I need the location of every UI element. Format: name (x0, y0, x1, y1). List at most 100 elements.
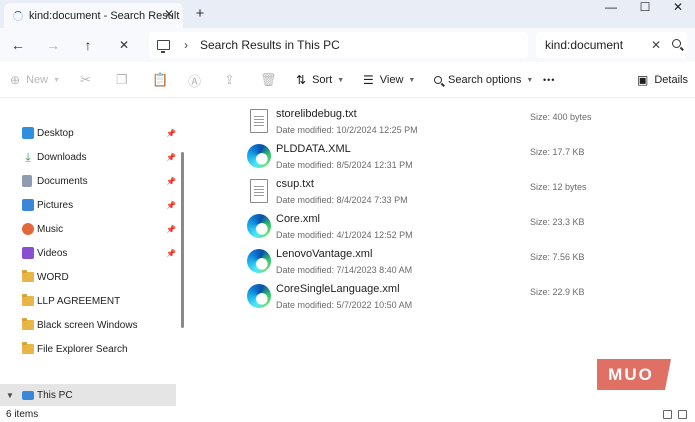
sidebar-item-documents[interactable]: Documents 📌 (0, 170, 176, 192)
music-icon (22, 223, 34, 235)
clipboard-icon: 📋 (152, 72, 169, 87)
delete-button[interactable]: 🗑 (260, 72, 277, 88)
view-button[interactable]: ☰ View ▼ (363, 72, 415, 88)
clear-search-button[interactable]: ✕ (647, 38, 665, 52)
sidebar-item-this-pc[interactable]: ▼ This PC (0, 384, 176, 406)
scissors-icon: ✂ (80, 72, 91, 87)
sidebar-item-label: LLP AGREEMENT (37, 295, 121, 307)
folder-icon (22, 318, 34, 330)
file-date: Date modified: 4/1/2024 12:52 PM (276, 230, 413, 240)
sidebar-item-pictures[interactable]: Pictures 📌 (0, 194, 176, 216)
tiles-view-icon[interactable] (678, 410, 687, 419)
more-options-button[interactable]: ••• (543, 72, 555, 88)
this-pc-icon (22, 390, 34, 400)
file-name: PLDDATA.XML (276, 143, 351, 155)
tab-title: kind:document - Search Result (29, 9, 180, 22)
sidebar-item-music[interactable]: Music 📌 (0, 218, 176, 240)
details-button[interactable]: ▣ Details (637, 72, 688, 88)
sort-button[interactable]: ⇅ Sort ▼ (296, 72, 344, 88)
chevron-right-icon: › (184, 38, 188, 52)
list-item[interactable]: csup.txt Date modified: 8/4/2024 7:33 PM… (188, 175, 695, 210)
tab-search-results[interactable]: kind:document - Search Result ✕ (4, 3, 183, 28)
file-name: LenovoVantage.xml (276, 248, 373, 260)
list-item[interactable]: CoreSingleLanguage.xml Date modified: 5/… (188, 280, 695, 315)
file-name: storelibdebug.txt (276, 108, 357, 120)
chevron-down-icon: ▼ (337, 76, 345, 84)
details-view-icon[interactable] (663, 410, 672, 419)
search-options-label: Search options (448, 74, 522, 86)
text-file-icon (250, 109, 268, 133)
new-button[interactable]: ⊕ New ▼ (10, 72, 60, 88)
search-options-icon (434, 73, 442, 87)
sidebar-item-file-explorer-search[interactable]: File Explorer Search (0, 338, 176, 360)
text-file-icon (250, 179, 268, 203)
rename-button[interactable]: Ⓐ (188, 72, 202, 89)
sidebar-item-label: Black screen Windows (37, 319, 138, 331)
share-button[interactable]: ⇪ (224, 72, 235, 88)
new-tab-button[interactable]: + (191, 5, 209, 22)
chevron-down-icon[interactable]: ▼ (6, 391, 14, 400)
view-list-icon: ☰ (363, 73, 374, 87)
file-date: Date modified: 8/5/2024 12:31 PM (276, 160, 413, 170)
maximize-button[interactable]: ☐ (631, 0, 659, 14)
search-options-button[interactable]: Search options ▼ (434, 72, 533, 88)
search-query[interactable]: kind:document (545, 38, 647, 52)
tab-close-button[interactable]: ✕ (161, 7, 177, 21)
back-button[interactable]: ← (8, 36, 28, 54)
search-icon[interactable] (665, 39, 687, 51)
sidebar-item-label: This PC (37, 389, 73, 401)
file-date: Date modified: 5/7/2022 10:50 AM (276, 300, 413, 310)
sidebar-item-desktop[interactable]: Desktop 📌 (0, 122, 176, 144)
share-icon: ⇪ (224, 72, 235, 87)
trash-icon: 🗑 (260, 72, 277, 87)
file-date: Date modified: 10/2/2024 12:25 PM (276, 125, 418, 135)
list-item[interactable]: PLDDATA.XML Date modified: 8/5/2024 12:3… (188, 140, 695, 175)
this-pc-icon (157, 40, 170, 53)
file-name: csup.txt (276, 178, 314, 190)
sidebar-scrollbar[interactable] (181, 152, 184, 328)
desktop-icon (22, 127, 34, 139)
up-button[interactable]: ↑ (78, 36, 98, 54)
search-input[interactable]: kind:document ✕ (536, 32, 687, 58)
stop-button[interactable]: ✕ (114, 36, 134, 54)
file-size: Size: 23.3 KB (530, 217, 585, 227)
sort-icon: ⇅ (296, 73, 307, 87)
chevron-down-icon: ▼ (408, 76, 416, 84)
tab-bar: kind:document - Search Result ✕ + — ☐ ✕ (0, 0, 695, 28)
address-bar[interactable]: › Search Results in This PC (149, 32, 528, 58)
minimize-button[interactable]: — (597, 0, 625, 14)
list-item[interactable]: storelibdebug.txt Date modified: 10/2/20… (188, 105, 695, 140)
command-bar: ⊕ New ▼ ✂ ❐ 📋 Ⓐ ⇪ 🗑 ⇅ Sort ▼ ☰ View ▼ Se… (0, 62, 695, 98)
downloads-icon: ⤓ (25, 150, 31, 164)
view-label: View (379, 74, 404, 86)
sidebar-item-label: Desktop (37, 127, 74, 139)
sidebar-item-videos[interactable]: Videos 📌 (0, 242, 176, 264)
sidebar-item-llp-agreement[interactable]: LLP AGREEMENT (0, 290, 176, 312)
plus-circle-icon: ⊕ (10, 73, 21, 87)
sidebar-item-word[interactable]: WORD (0, 266, 176, 288)
status-bar: 6 items (0, 408, 695, 422)
file-date: Date modified: 8/4/2024 7:33 PM (276, 195, 408, 205)
details-pane-icon: ▣ (637, 73, 649, 87)
file-date: Date modified: 7/14/2023 8:40 AM (276, 265, 413, 275)
watermark-logo: MUO (597, 359, 671, 390)
sidebar-item-label: Videos (37, 247, 68, 259)
pin-icon: 📌 (166, 176, 176, 186)
pictures-icon (22, 199, 34, 211)
sort-label: Sort (312, 74, 333, 86)
cut-button[interactable]: ✂ (80, 72, 91, 88)
file-size: Size: 17.7 KB (530, 147, 585, 157)
copy-button[interactable]: ❐ (116, 72, 128, 88)
file-size: Size: 400 bytes (530, 112, 592, 122)
edge-icon (247, 214, 271, 238)
navigation-pane[interactable]: Desktop 📌 ⤓ Downloads 📌 Documents 📌 Pict… (0, 98, 188, 408)
sidebar-item-downloads[interactable]: ⤓ Downloads 📌 (0, 146, 176, 168)
close-window-button[interactable]: ✕ (664, 0, 692, 14)
forward-button[interactable]: → (43, 36, 63, 54)
breadcrumb[interactable]: Search Results in This PC (200, 38, 340, 52)
sidebar-item-black-screen-windows[interactable]: Black screen Windows (0, 314, 176, 336)
list-item[interactable]: LenovoVantage.xml Date modified: 7/14/20… (188, 245, 695, 280)
rename-icon: Ⓐ (188, 73, 202, 89)
list-item[interactable]: Core.xml Date modified: 4/1/2024 12:52 P… (188, 210, 695, 245)
paste-button[interactable]: 📋 (152, 72, 168, 88)
